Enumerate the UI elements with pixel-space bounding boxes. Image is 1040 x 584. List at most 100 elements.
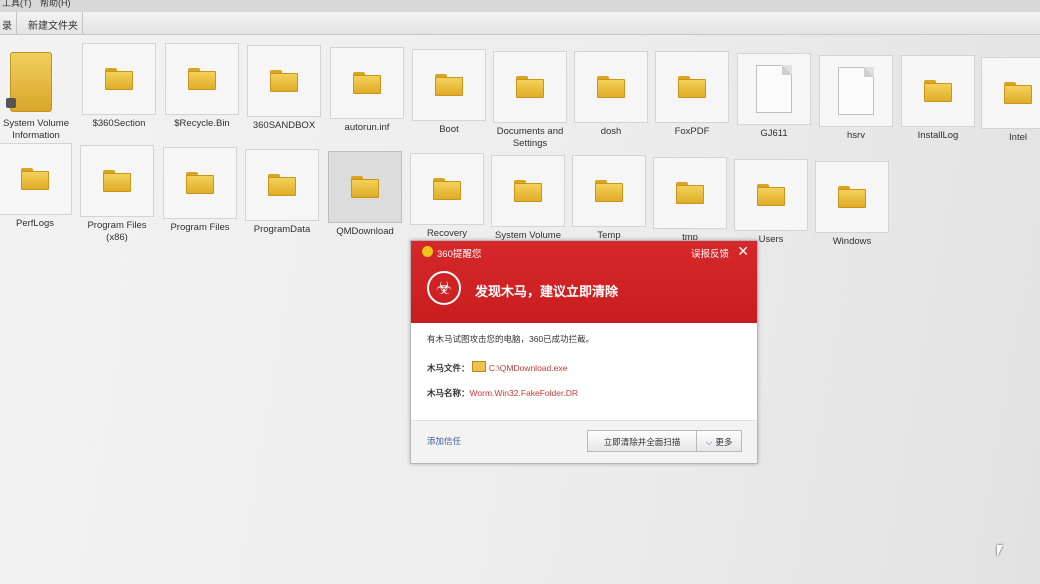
file-icon <box>756 65 792 113</box>
file-item[interactable]: Documents and Settings <box>489 51 571 150</box>
folder-icon <box>21 168 49 190</box>
file-item[interactable]: Intel <box>977 57 1040 144</box>
folder-icon <box>351 176 379 198</box>
new-folder-button[interactable]: 新建文件夹 <box>28 17 78 32</box>
file-name-label: $360Section <box>92 118 146 129</box>
file-item[interactable]: $Recycle.Bin <box>161 43 243 130</box>
file-tile <box>819 55 893 127</box>
file-name-label: ProgramData <box>253 224 311 235</box>
trojan-file-label: 木马文件： <box>427 363 470 373</box>
trojan-name-value: Worm.Win32.FakeFolder.DR <box>469 388 578 398</box>
file-tile <box>737 53 811 125</box>
folder-icon <box>270 70 298 92</box>
file-tile <box>330 47 404 119</box>
file-name-label: hsrv <box>847 130 865 141</box>
file-item[interactable]: Program Files <box>159 147 241 234</box>
folder-icon <box>186 172 214 194</box>
add-trust-link[interactable]: 添加信任 <box>427 435 461 447</box>
file-item[interactable]: Temp <box>568 155 650 242</box>
file-item[interactable]: System Volume Information <box>0 43 77 142</box>
file-icon <box>838 67 874 115</box>
folder-icon <box>514 180 542 202</box>
file-name-label: Program Files (x86) <box>87 220 147 243</box>
file-item[interactable]: autorun.inf <box>326 47 408 134</box>
menu-bar: 工具(T) 帮助(H) <box>0 0 1040 12</box>
folder-icon <box>188 68 216 90</box>
file-name-label: Boot <box>439 124 459 135</box>
more-button[interactable]: ⌵ 更多 <box>696 430 742 452</box>
file-tile <box>493 51 567 123</box>
file-item[interactable]: System Volume <box>487 155 569 242</box>
file-tile <box>82 43 156 115</box>
file-item[interactable]: tmp <box>649 157 731 244</box>
trojan-name-row: 木马名称：Worm.Win32.FakeFolder.DR <box>427 387 578 399</box>
file-tile <box>0 143 72 215</box>
file-item[interactable]: QMDownload <box>324 151 406 238</box>
file-item[interactable]: FoxPDF <box>651 51 733 138</box>
folder-icon <box>103 170 131 192</box>
folder-icon <box>268 174 296 196</box>
menu-tools[interactable]: 工具(T) <box>2 0 32 9</box>
file-tile <box>0 43 73 115</box>
toolbar: 录 新建文件夹 <box>0 12 1040 35</box>
file-name-label: Recovery <box>426 228 468 239</box>
false-report-link[interactable]: 误报反馈 <box>691 246 729 260</box>
file-tile <box>165 43 239 115</box>
file-item[interactable]: Recovery <box>406 153 488 240</box>
file-tile <box>80 145 154 217</box>
file-item[interactable]: dosh <box>570 51 652 138</box>
folder-icon <box>435 74 463 96</box>
alert-message: 有木马试图攻击您的电脑，360已成功拦截。 <box>427 334 595 344</box>
file-tile <box>734 159 808 231</box>
menu-help[interactable]: 帮助(H) <box>40 0 71 9</box>
file-name-label: PerfLogs <box>15 218 55 229</box>
trojan-file-value: C:\QMDownload.exe <box>488 363 568 373</box>
file-name-label: autorun.inf <box>344 122 390 133</box>
mouse-cursor-icon <box>997 545 1003 557</box>
file-name-label: dosh <box>600 126 622 137</box>
file-tile <box>328 151 402 223</box>
trojan-name-label: 木马名称： <box>427 388 470 398</box>
file-name-label: Windows <box>832 236 872 247</box>
file-tile <box>981 57 1040 129</box>
file-name-label: FoxPDF <box>674 126 710 137</box>
file-tile <box>574 51 648 123</box>
360-logo-icon <box>422 246 433 257</box>
folder-icon <box>595 180 623 202</box>
file-name-label: Intel <box>1009 132 1027 143</box>
folder-icon <box>516 76 544 98</box>
file-item[interactable]: InstallLog <box>897 55 979 142</box>
file-item[interactable]: PerfLogs <box>0 143 76 230</box>
file-name-label: GJ611 <box>760 128 788 139</box>
file-tile <box>491 155 565 227</box>
file-item[interactable]: hsrv <box>815 55 897 142</box>
file-tile <box>410 153 484 225</box>
file-item[interactable]: ProgramData <box>241 149 323 236</box>
file-tile <box>245 149 319 221</box>
folder-icon <box>597 76 625 98</box>
file-item[interactable]: Boot <box>408 49 490 136</box>
file-name-label: $Recycle.Bin <box>174 118 230 129</box>
more-button-label: 更多 <box>715 437 733 447</box>
file-item[interactable]: GJ611 <box>733 53 815 140</box>
file-item[interactable]: Users <box>730 159 812 246</box>
folder-icon <box>757 184 785 206</box>
clean-and-scan-button[interactable]: 立即清除并全面扫描 <box>587 430 697 452</box>
file-item[interactable]: $360Section <box>78 43 160 130</box>
toolbar-fragment[interactable]: 录 <box>2 17 12 32</box>
alert-footer: 添加信任 立即清除并全面扫描 ⌵ 更多 <box>411 420 757 463</box>
file-item[interactable]: Program Files (x86) <box>76 145 158 244</box>
file-tile <box>247 45 321 117</box>
security-alert-dialog: 360提醒您 误报反馈 ✕ ☣ 发现木马，建议立即清除 有木马试图攻击您的电脑，… <box>410 240 758 464</box>
file-item[interactable]: Windows <box>811 161 893 248</box>
file-item[interactable]: 360SANDBOX <box>243 45 325 132</box>
folder-icon <box>924 80 952 102</box>
file-name-label: Documents and Settings <box>496 126 564 149</box>
alert-title: 360提醒您 <box>437 249 482 260</box>
locked-folder-icon <box>6 52 54 112</box>
toolbar-separator <box>16 12 17 34</box>
folder-icon <box>471 361 486 372</box>
folder-icon <box>105 68 133 90</box>
chevron-down-icon: ⌵ <box>705 437 713 447</box>
close-icon[interactable]: ✕ <box>737 243 749 260</box>
